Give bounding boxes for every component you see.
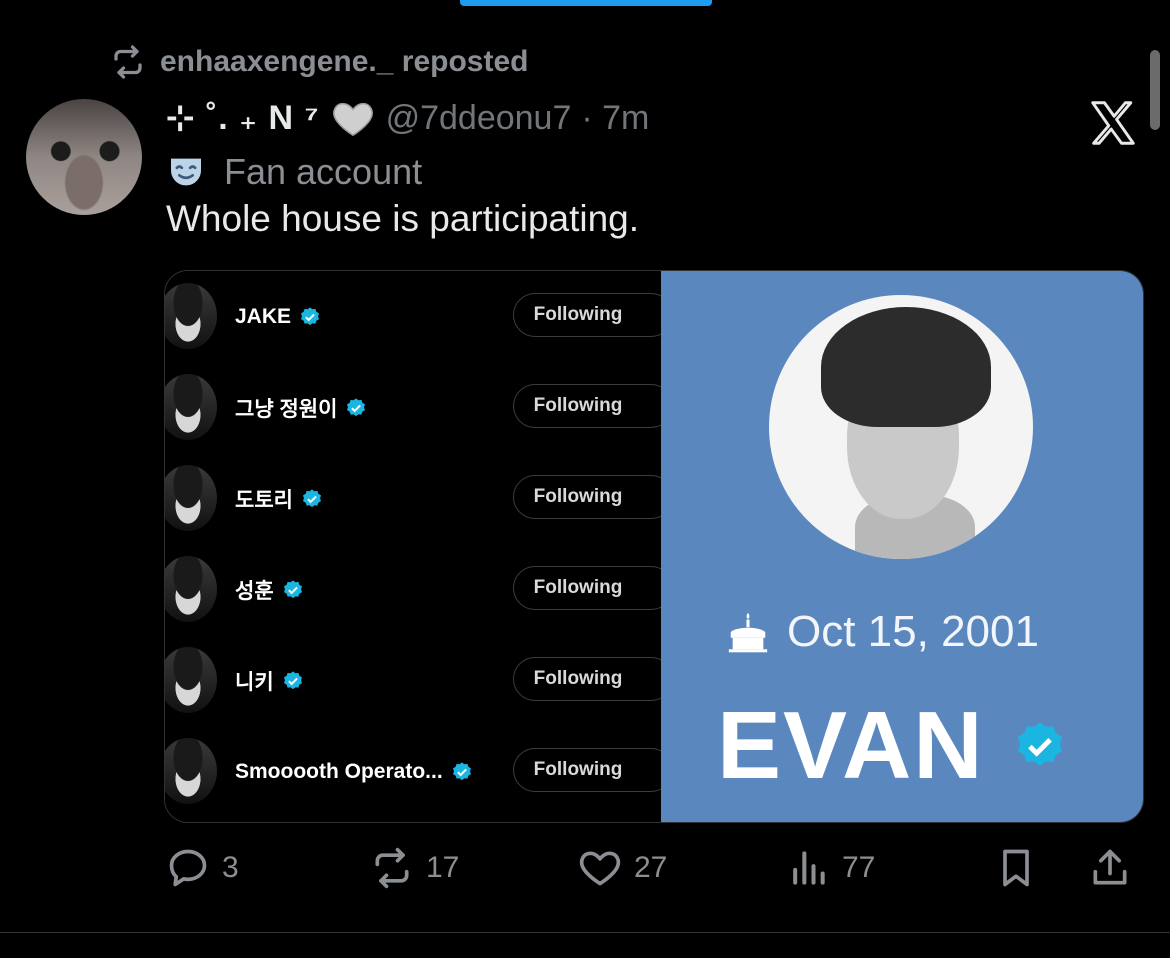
member-name: 니키 xyxy=(235,670,274,694)
following-button: Following xyxy=(513,384,673,428)
birthday-text: Oct 15, 2001 xyxy=(787,607,1039,656)
divider xyxy=(0,932,1170,933)
member-name: 그냥 정원이 xyxy=(235,397,338,421)
verified-icon xyxy=(301,306,320,325)
author-row: ⊹ ˚. ₊ N ⁷ @7ddeonu7 · 7m xyxy=(166,92,649,144)
verified-icon xyxy=(283,670,302,689)
verified-icon xyxy=(302,488,321,507)
profile-name-text: EVAN xyxy=(717,692,985,799)
member-name: 도토리 xyxy=(235,488,293,512)
member-name: 성훈 xyxy=(235,579,274,603)
following-button: Following xyxy=(513,566,673,610)
birthday-row: Oct 15, 2001 xyxy=(725,607,1039,657)
list-item: 그냥 정원이 Following xyxy=(165,362,673,453)
tweet-text: Whole house is participating. xyxy=(166,198,640,239)
views-button[interactable]: 77 xyxy=(786,838,875,898)
verified-icon xyxy=(347,397,366,416)
profile-photo xyxy=(769,295,1033,559)
list-item: 성훈 Following xyxy=(165,544,673,635)
repost-button[interactable]: 17 xyxy=(370,838,459,898)
list-item: Smooooth Operato... Following xyxy=(165,726,673,817)
following-button: Following xyxy=(513,475,673,519)
member-avatar xyxy=(165,556,217,622)
list-item: JAKE Following xyxy=(165,271,673,362)
member-avatar xyxy=(165,647,217,713)
tweet-media[interactable]: JAKE Following 그냥 정원이 Following 도토리 Foll… xyxy=(164,270,1144,823)
reply-button[interactable]: 3 xyxy=(166,838,239,898)
following-list-screenshot: JAKE Following 그냥 정원이 Following 도토리 Foll… xyxy=(165,271,673,822)
share-icon xyxy=(1093,849,1127,885)
list-item: 니키 Following xyxy=(165,635,673,726)
author-handle[interactable]: @7ddeonu7 xyxy=(386,99,572,138)
bookmark-button[interactable] xyxy=(994,838,1038,898)
following-button: Following xyxy=(513,293,673,337)
views-chart-icon xyxy=(793,851,825,885)
repost-icon xyxy=(114,45,142,79)
birthday-cake-icon xyxy=(728,612,768,653)
reply-count: 3 xyxy=(222,851,239,884)
verified-icon xyxy=(1017,722,1062,767)
member-avatar xyxy=(165,374,217,440)
heart-icon xyxy=(579,851,621,886)
share-button[interactable] xyxy=(1088,838,1132,898)
repost-count: 17 xyxy=(426,851,460,884)
scrollbar[interactable] xyxy=(1150,50,1160,130)
views-count: 77 xyxy=(842,851,876,884)
bookmark-icon xyxy=(1003,849,1029,887)
author-display-name[interactable]: ⊹ ˚. ₊ N ⁷ xyxy=(166,98,320,138)
member-name: JAKE xyxy=(235,304,292,328)
member-avatar xyxy=(165,738,217,804)
list-item: 도토리 Following xyxy=(165,453,673,544)
following-button: Following xyxy=(513,657,673,701)
profile-name: EVAN xyxy=(717,691,1067,801)
like-count: 27 xyxy=(634,851,668,884)
member-avatar xyxy=(165,465,217,531)
verified-icon xyxy=(283,579,302,598)
theater-mask-icon xyxy=(171,158,201,186)
following-button: Following xyxy=(513,748,673,792)
top-indicator xyxy=(460,0,712,6)
member-avatar xyxy=(165,283,217,349)
repost-header[interactable]: enhaaxengene._ reposted xyxy=(110,42,528,82)
profile-card-screenshot: Oct 15, 2001 EVAN xyxy=(661,271,1143,822)
fan-account-badge[interactable]: Fan account xyxy=(166,148,422,196)
like-button[interactable]: 27 xyxy=(578,838,667,898)
x-logo-icon[interactable] xyxy=(1086,96,1140,150)
repost-icon xyxy=(375,847,409,889)
action-bar: 3 17 27 77 xyxy=(164,838,1144,898)
reply-icon xyxy=(169,849,207,887)
verified-icon xyxy=(452,761,471,780)
white-heart-icon xyxy=(332,102,373,137)
post-time: · 7m xyxy=(581,98,650,137)
repost-text: enhaaxengene._ reposted xyxy=(160,45,529,78)
author-avatar[interactable] xyxy=(26,99,142,215)
member-name: Smooooth Operato... xyxy=(235,759,443,783)
fan-account-label: Fan account xyxy=(224,151,423,192)
